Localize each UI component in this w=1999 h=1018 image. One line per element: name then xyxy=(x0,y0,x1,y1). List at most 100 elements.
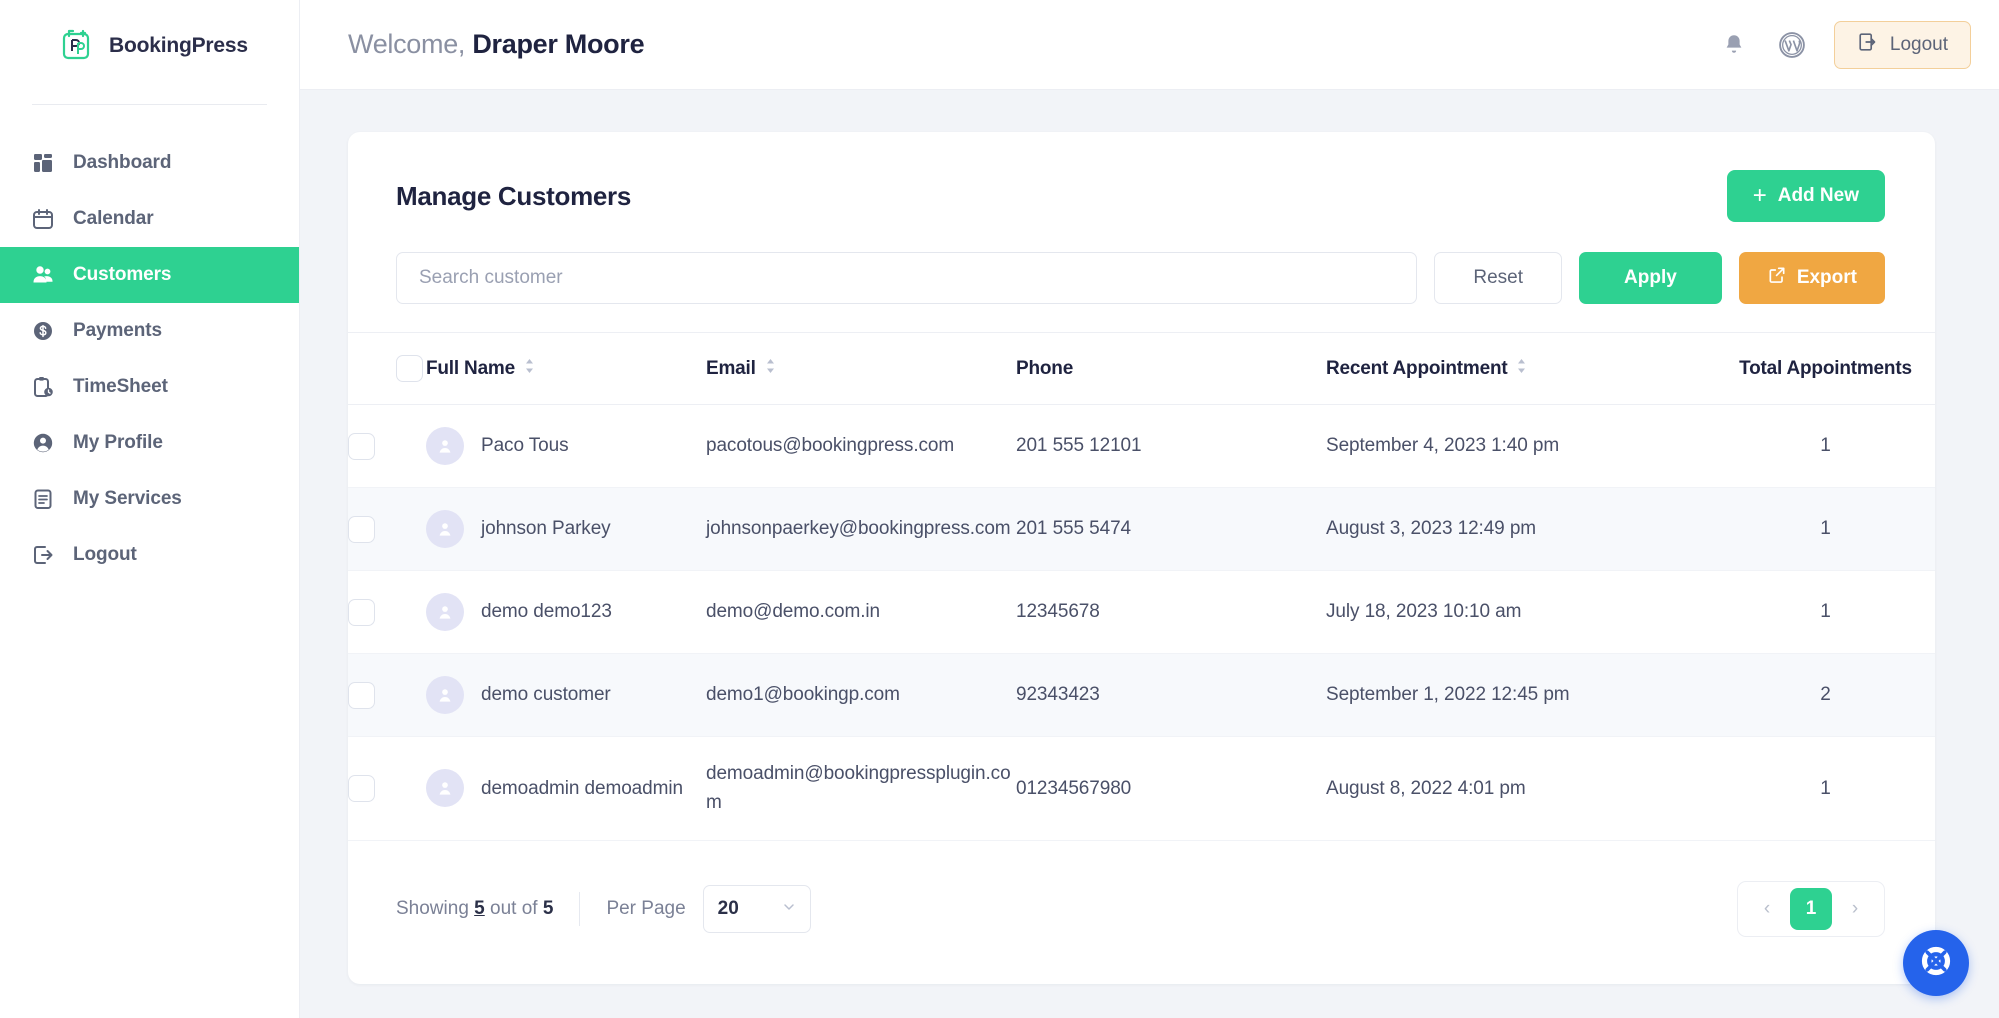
dollar-circle-icon xyxy=(30,318,56,344)
sort-arrows-icon[interactable] xyxy=(765,358,776,380)
row-checkbox[interactable] xyxy=(348,515,375,543)
column-header-recent-appointment[interactable]: Recent Appointment xyxy=(1326,332,1716,405)
customer-name: johnson Parkey xyxy=(481,518,611,540)
sidebar-divider xyxy=(32,104,267,105)
table-row[interactable]: Paco Tous pacotous@bookingpress.com 201 … xyxy=(348,405,1935,488)
sidebar-item-timesheet[interactable]: TimeSheet xyxy=(0,359,299,415)
lifebuoy-help-icon xyxy=(1918,943,1954,984)
row-checkbox[interactable] xyxy=(348,432,375,460)
main-area: Welcome, Draper Moore Logout Manage Cust… xyxy=(300,0,1999,1018)
cell-total-appointments: 1 xyxy=(1820,601,1831,623)
column-label: Total Appointments xyxy=(1739,357,1912,379)
sidebar-item-customers[interactable]: Customers xyxy=(0,247,299,303)
topbar: Welcome, Draper Moore Logout xyxy=(300,0,1999,90)
cell-email: pacotous@bookingpress.com xyxy=(706,435,955,457)
table-row[interactable]: demo demo123 demo@demo.com.in 12345678 J… xyxy=(348,571,1935,654)
table-footer: Showing 5 out of 5 Per Page 20 ‹ 1 › xyxy=(348,841,1935,937)
row-select-cell xyxy=(348,488,426,571)
help-float-button[interactable] xyxy=(1903,930,1969,996)
sidebar-item-label: TimeSheet xyxy=(73,376,168,397)
customer-name: demoadmin demoadmin xyxy=(481,777,683,799)
table-row[interactable]: demoadmin demoadmin demoadmin@bookingpre… xyxy=(348,737,1935,841)
row-select-cell xyxy=(348,654,426,737)
cell-full-name: demoadmin demoadmin xyxy=(426,737,706,841)
select-all-header xyxy=(348,332,426,405)
sidebar-item-label: Dashboard xyxy=(73,152,172,173)
cell-total-appointments: 1 xyxy=(1820,518,1831,540)
cell-full-name: demo demo123 xyxy=(426,571,706,654)
column-label: Email xyxy=(706,357,756,379)
column-label: Phone xyxy=(1016,357,1074,379)
avatar xyxy=(426,427,464,465)
cell-recent-appointment: August 3, 2023 12:49 pm xyxy=(1326,518,1537,540)
customer-name: demo customer xyxy=(481,684,611,706)
plus-icon: + xyxy=(1752,182,1767,209)
cell-email: johnsonpaerkey@bookingpress.com xyxy=(706,518,1011,540)
table-header-row: Full Name Email Phone Recent Appointment… xyxy=(348,332,1935,405)
notification-bell-icon[interactable] xyxy=(1718,29,1750,61)
export-button[interactable]: Export xyxy=(1738,252,1885,304)
sidebar-item-label: Logout xyxy=(73,544,137,565)
row-select-cell xyxy=(348,405,426,488)
per-page-select[interactable]: 20 xyxy=(702,884,811,933)
row-checkbox[interactable] xyxy=(348,774,375,802)
showing-summary: Showing 5 out of 5 xyxy=(396,898,553,920)
logout-button[interactable]: Logout xyxy=(1833,20,1971,69)
reset-button[interactable]: Reset xyxy=(1434,252,1563,304)
welcome-message: Welcome, Draper Moore xyxy=(348,29,645,60)
wordpress-icon[interactable] xyxy=(1776,29,1808,61)
next-page-button[interactable]: › xyxy=(1840,894,1870,924)
customers-table: Full Name Email Phone Recent Appointment… xyxy=(348,332,1935,841)
sidebar-item-payments[interactable]: Payments xyxy=(0,303,299,359)
pagination: ‹ 1 › xyxy=(1737,880,1885,937)
sidebar-item-my-profile[interactable]: My Profile xyxy=(0,415,299,471)
logout-button-label: Logout xyxy=(1889,33,1948,55)
sidebar-item-my-services[interactable]: My Services xyxy=(0,471,299,527)
select-all-checkbox[interactable] xyxy=(396,355,423,382)
cell-email: demo@demo.com.in xyxy=(706,601,880,623)
column-header-phone: Phone xyxy=(1016,332,1326,405)
cell-phone: 92343423 xyxy=(1016,684,1100,706)
bookingpress-logo-icon xyxy=(56,26,96,66)
page-number-1[interactable]: 1 xyxy=(1790,887,1832,930)
sort-arrows-icon[interactable] xyxy=(1516,358,1527,380)
add-new-button[interactable]: + Add New xyxy=(1726,170,1885,222)
cell-recent-appointment: July 18, 2023 10:10 am xyxy=(1326,601,1522,623)
row-select-cell xyxy=(348,737,426,841)
apply-button[interactable]: Apply xyxy=(1579,252,1722,304)
topbar-actions: Logout xyxy=(1718,20,1971,69)
sidebar-item-logout[interactable]: Logout xyxy=(0,527,299,583)
export-label: Export xyxy=(1796,267,1857,288)
column-header-email[interactable]: Email xyxy=(706,332,1016,405)
showing-total: 5 xyxy=(542,897,554,919)
sidebar-nav: Dashboard Calendar Customers Payments Ti… xyxy=(0,135,299,583)
search-input[interactable] xyxy=(396,252,1418,304)
cell-recent-appointment: September 4, 2023 1:40 pm xyxy=(1326,435,1560,457)
sidebar: BookingPress Dashboard Calendar Customer… xyxy=(0,0,300,1018)
brand-logo[interactable]: BookingPress xyxy=(0,0,299,92)
row-checkbox[interactable] xyxy=(348,598,375,626)
sidebar-item-dashboard[interactable]: Dashboard xyxy=(0,135,299,191)
users-icon xyxy=(30,262,56,288)
column-header-full-name[interactable]: Full Name xyxy=(426,332,706,405)
column-header-total-appointments: Total Appointments xyxy=(1716,332,1935,405)
sort-arrows-icon[interactable] xyxy=(524,358,535,380)
table-row[interactable]: demo customer demo1@bookingp.com 9234342… xyxy=(348,653,1935,737)
sidebar-item-calendar[interactable]: Calendar xyxy=(0,191,299,247)
avatar xyxy=(426,676,464,714)
sidebar-item-label: My Profile xyxy=(73,432,163,453)
cell-phone: 201 555 12101 xyxy=(1016,435,1142,457)
add-new-label: Add New xyxy=(1777,185,1859,206)
row-checkbox[interactable] xyxy=(348,681,375,709)
external-link-icon xyxy=(1767,265,1787,291)
cell-phone: 01234567980 xyxy=(1016,777,1132,799)
showing-count: 5 xyxy=(474,897,485,919)
sidebar-item-label: Customers xyxy=(73,264,172,285)
showing-prefix: Showing xyxy=(396,897,469,919)
prev-page-button[interactable]: ‹ xyxy=(1752,894,1782,924)
welcome-prefix: Welcome, xyxy=(348,29,466,59)
row-select-cell xyxy=(348,571,426,654)
user-name: Draper Moore xyxy=(472,29,645,59)
table-row[interactable]: johnson Parkey johnsonpaerkey@bookingpre… xyxy=(348,487,1935,571)
cell-recent-appointment: September 1, 2022 12:45 pm xyxy=(1326,684,1570,706)
